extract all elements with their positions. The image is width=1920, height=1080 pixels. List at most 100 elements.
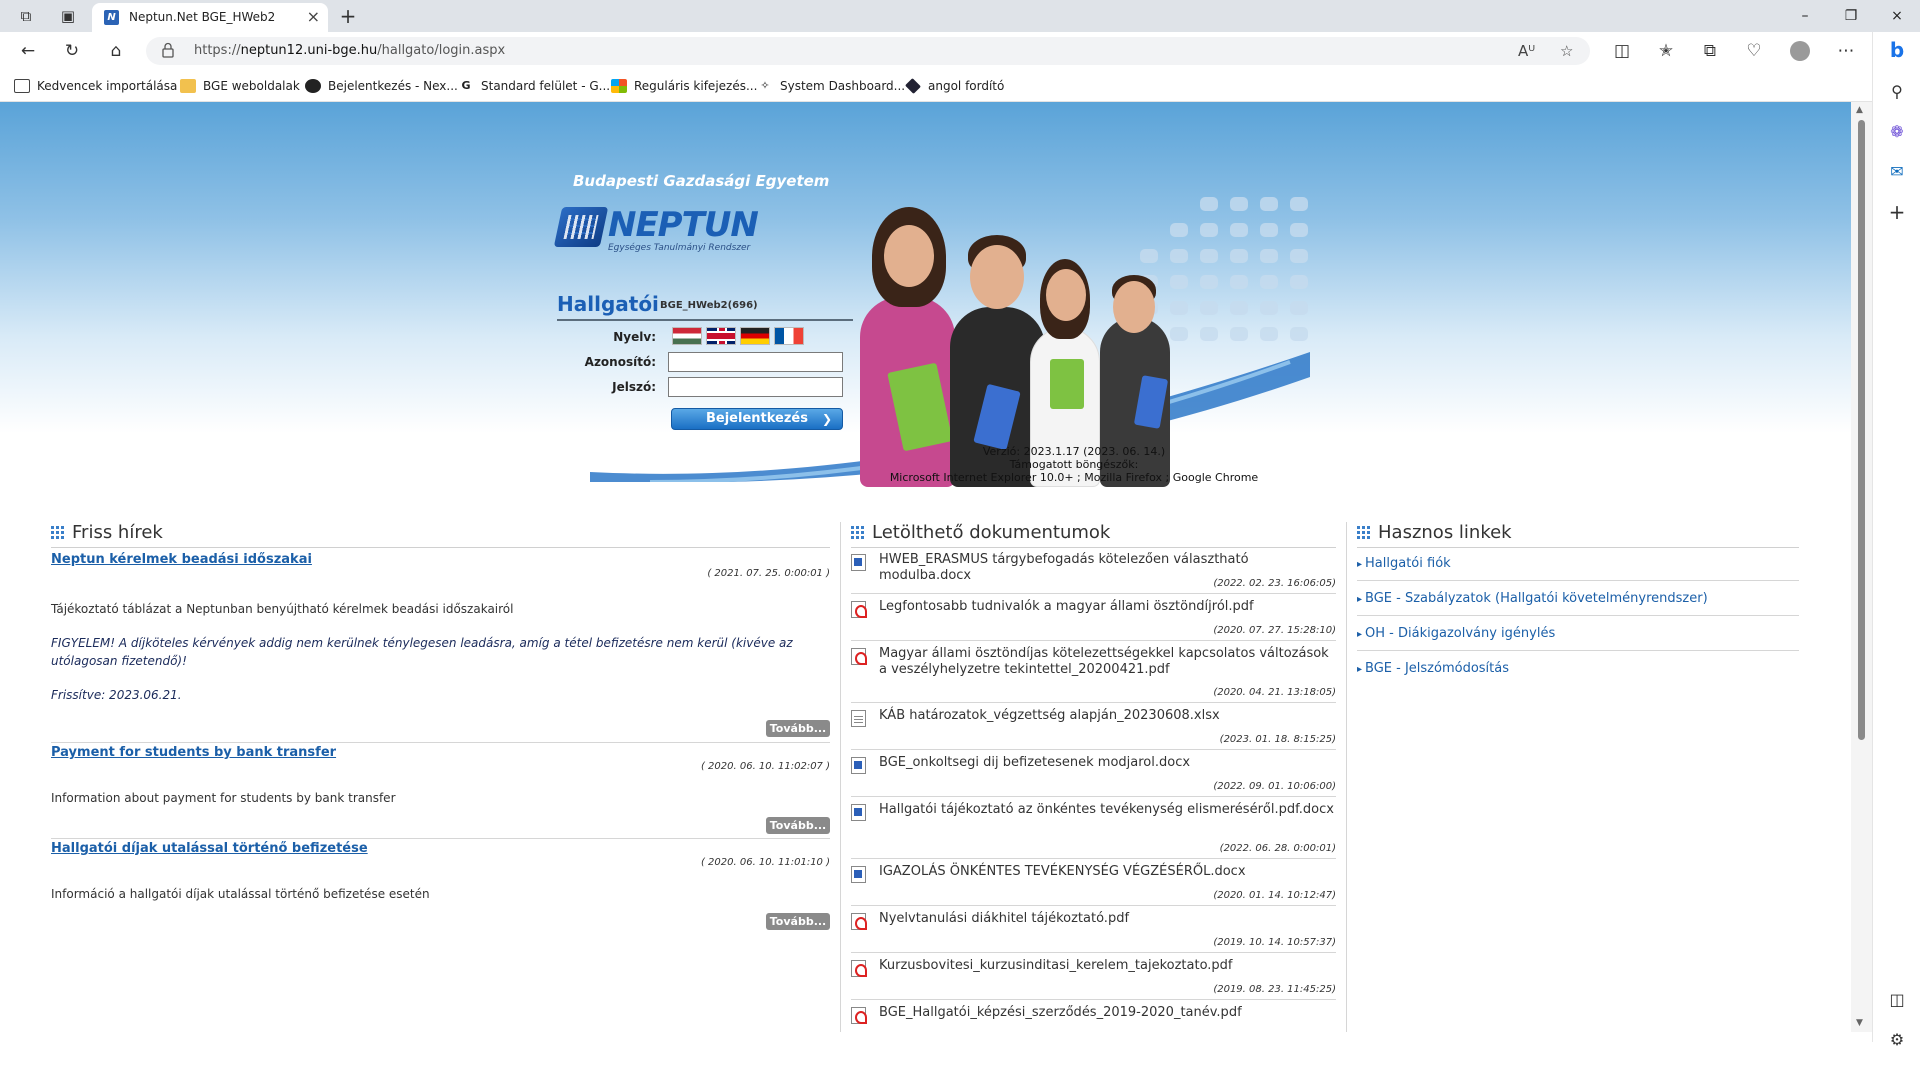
bookmark-dashboard[interactable]: ✧ System Dashboard... <box>757 77 905 95</box>
collections-icon[interactable]: ⧉ <box>1696 39 1724 63</box>
document-item[interactable]: Hallgatói tájékoztató az önkéntes tevéke… <box>851 802 1336 861</box>
docx-file-icon <box>851 757 866 774</box>
link-separator <box>1357 580 1799 581</box>
browser-essentials-icon[interactable]: ♡ <box>1740 39 1768 63</box>
outlook-icon[interactable]: ✉ <box>1883 158 1911 186</box>
document-name[interactable]: Nyelvtanulási diákhitel tájékoztató.pdf <box>879 911 1334 927</box>
document-item[interactable]: Nyelvtanulási diákhitel tájékoztató.pdf (… <box>851 911 1336 955</box>
bookmark-folder-bge[interactable]: BGE weboldalak <box>180 77 300 95</box>
links-section-title: Hasznos linkek <box>1357 522 1512 543</box>
decorative-dot <box>1290 197 1308 211</box>
back-icon[interactable]: ← <box>14 39 42 63</box>
document-name[interactable]: Magyar állami ösztöndíjas kötelezettsége… <box>879 646 1334 678</box>
read-more-button[interactable]: Tovább... <box>766 913 830 930</box>
bing-copilot-icon[interactable]: b <box>1883 36 1911 64</box>
page-scrollbar[interactable]: ▲ ▼ <box>1851 102 1872 1032</box>
read-more-button[interactable]: Tovább... <box>766 720 830 737</box>
bookmark-nexon[interactable]: Bejelentkezés - Nex... <box>305 77 458 95</box>
news-item-text: Tájékoztató táblázat a Neptunban benyújt… <box>51 602 514 616</box>
link-separator <box>1357 615 1799 616</box>
username-label: Azonosító: <box>584 355 656 369</box>
document-item[interactable]: KÁB határozatok_végzettség alapján_20230… <box>851 708 1336 752</box>
role-title: Hallgatói <box>557 292 659 316</box>
useful-link-student-account[interactable]: Hallgatói fiók <box>1357 552 1799 581</box>
document-name[interactable]: BGE_Hallgatói_képzési_szerződés_2019-202… <box>879 1005 1334 1021</box>
bookmark-import[interactable]: Kedvencek importálása <box>14 77 177 95</box>
useful-link-password-change[interactable]: BGE - Jelszómódosítás <box>1357 657 1799 685</box>
login-button[interactable]: Bejelentkezés ❯ <box>671 408 843 430</box>
useful-link-regulations[interactable]: BGE - Szabályzatok (Hallgatói követelmén… <box>1357 587 1799 616</box>
search-icon[interactable]: ⚲ <box>1883 78 1911 106</box>
bookmark-standard[interactable]: G Standard felület - G... <box>458 77 610 95</box>
pdf-file-icon <box>851 1007 867 1024</box>
scrollbar-thumb[interactable] <box>1858 120 1865 740</box>
useful-link-label: Hallgatói fiók <box>1357 556 1451 571</box>
browser-tab[interactable]: N Neptun.Net BGE_HWeb2 × <box>92 3 328 32</box>
read-aloud-icon[interactable]: Aᵁ <box>1518 40 1535 62</box>
decorative-dot <box>1170 249 1188 263</box>
sidebar-settings-icon[interactable]: ⚙ <box>1883 1026 1911 1054</box>
close-tab-icon[interactable]: × <box>307 7 320 27</box>
news-item-date: ( 2020. 06. 10. 11:02:07 ) <box>700 761 830 772</box>
document-item[interactable]: BGE_Hallgatói_képzési_szerződés_2019-202… <box>851 1005 1336 1032</box>
read-more-button[interactable]: Tovább... <box>766 817 830 834</box>
news-item-title[interactable]: Neptun kérelmek beadási időszakai <box>51 552 830 567</box>
profile-avatar-icon[interactable] <box>1786 39 1814 63</box>
document-item[interactable]: Magyar állami ösztöndíjas kötelezettsége… <box>851 646 1336 705</box>
bookmarks-bar: Kedvencek importálása BGE weboldalak Bej… <box>0 70 1920 102</box>
decorative-dot <box>1260 223 1278 237</box>
document-item[interactable]: Kurzusbovitesi_kurzusinditasi_kerelem_ta… <box>851 958 1336 1002</box>
server-label: BGE_HWeb2(696) <box>660 300 758 311</box>
document-item[interactable]: Legfontosabb tudnivalók a magyar állami … <box>851 599 1336 643</box>
folder-icon <box>180 79 196 93</box>
document-date: (2019. 10. 14. 10:57:37) <box>1213 937 1336 948</box>
split-screen-icon[interactable]: ◫ <box>1608 39 1636 63</box>
useful-link-student-card[interactable]: OH - Diákigazolvány igénylés <box>1357 622 1799 651</box>
flag-german-icon[interactable] <box>740 327 770 345</box>
browser-nav-bar: ← ↻ ⌂ https://neptun12.uni-bge.hu/hallga… <box>0 32 1920 70</box>
favorites-icon[interactable]: ✭ <box>1652 39 1680 63</box>
decorative-dot <box>1260 249 1278 263</box>
bookmark-regex[interactable]: Reguláris kifejezés... <box>611 77 757 95</box>
document-item[interactable]: HWEB_ERASMUS tárgybefogadás kötelezően v… <box>851 552 1336 596</box>
refresh-icon[interactable]: ↻ <box>58 39 86 63</box>
document-name[interactable]: IGAZOLÁS ÖNKÉNTES TEVÉKENYSÉG VÉGZÉSÉRŐL… <box>879 864 1334 880</box>
news-item-title[interactable]: Hallgatói díjak utalással történő befize… <box>51 841 830 856</box>
news-item-title[interactable]: Payment for students by bank transfer <box>51 745 830 760</box>
new-tab-icon[interactable]: + <box>336 4 360 28</box>
decorative-dot <box>1170 223 1188 237</box>
address-bar[interactable]: https://neptun12.uni-bge.hu/hallgato/log… <box>146 37 1590 65</box>
home-icon[interactable]: ⌂ <box>102 39 130 63</box>
document-item[interactable]: IGAZOLÁS ÖNKÉNTES TEVÉKENYSÉG VÉGZÉSÉRŐL… <box>851 864 1336 908</box>
username-input[interactable] <box>668 352 843 372</box>
password-input[interactable] <box>668 377 843 397</box>
lock-icon <box>162 42 174 58</box>
scroll-up-icon[interactable]: ▲ <box>1856 105 1863 115</box>
docx-file-icon <box>851 554 866 571</box>
document-name[interactable]: Hallgatói tájékoztató az önkéntes tevéke… <box>879 802 1334 818</box>
document-item[interactable]: BGE_onkoltsegi dij befizetesenek modjaro… <box>851 755 1336 799</box>
document-name[interactable]: BGE_onkoltsegi dij befizetesenek modjaro… <box>879 755 1334 771</box>
neptun-logo-subtitle: Egységes Tanulmányi Rendszer <box>608 243 751 253</box>
bookmark-translator[interactable]: angol fordító <box>905 77 1004 95</box>
add-sidebar-app-icon[interactable]: + <box>1883 198 1911 226</box>
favorite-star-icon[interactable]: ☆ <box>1560 40 1573 62</box>
restore-icon[interactable]: ❐ <box>1828 4 1874 28</box>
flag-french-icon[interactable] <box>774 327 804 345</box>
document-name[interactable]: KÁB határozatok_végzettség alapján_20230… <box>879 708 1334 724</box>
student-head <box>1046 269 1086 321</box>
document-name[interactable]: Kurzusbovitesi_kurzusinditasi_kerelem_ta… <box>879 958 1334 974</box>
scroll-down-icon[interactable]: ▼ <box>1856 1018 1863 1028</box>
tab-actions-icon[interactable]: ▣ <box>56 4 80 28</box>
flag-hungarian-icon[interactable] <box>672 327 702 345</box>
hide-sidebar-icon[interactable]: ◫ <box>1883 986 1911 1014</box>
close-window-icon[interactable]: × <box>1874 4 1920 28</box>
copilot-icon[interactable]: ❁ <box>1883 118 1911 146</box>
document-name[interactable]: Legfontosabb tudnivalók a magyar állami … <box>879 599 1334 615</box>
workspaces-icon[interactable]: ⧉ <box>14 4 38 28</box>
minimize-icon[interactable]: – <box>1782 4 1828 28</box>
news-separator <box>51 838 830 839</box>
microsoft-icon <box>611 79 627 93</box>
flag-english-icon[interactable] <box>706 327 736 345</box>
more-menu-icon[interactable]: ⋯ <box>1832 39 1860 63</box>
